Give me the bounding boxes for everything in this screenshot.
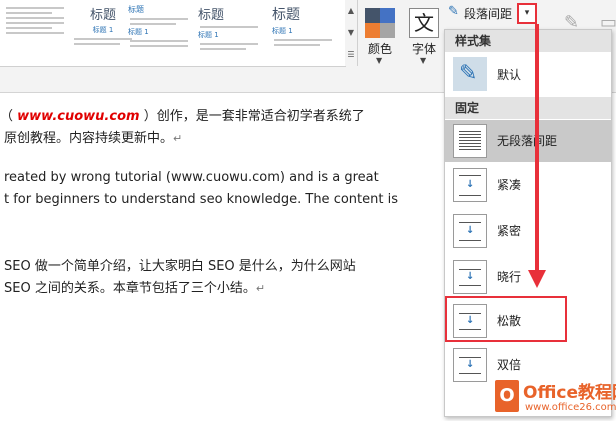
- menu-section-fixed: 固定: [445, 97, 611, 119]
- style-thumb-heading: 标题: [198, 8, 225, 23]
- paragraph-spacing-label: 段落间距: [464, 7, 513, 21]
- gallery-down-icon[interactable]: ▼: [345, 22, 357, 44]
- menu-item-label: 默认: [497, 68, 522, 82]
- doc-line-5: SEO 做一个简单介绍，让大家明白 SEO 是什么，为什么网站: [4, 259, 356, 274]
- chevron-down-icon: ▼: [420, 56, 427, 65]
- red-arrow-head-icon: [528, 270, 546, 288]
- doc-line-4: t for beginners to understand seo knowle…: [4, 192, 398, 207]
- spacing-tight-icon: ↓: [453, 214, 487, 248]
- office-logo-icon: O: [495, 380, 519, 412]
- gallery-more-icon[interactable]: ☰: [345, 44, 357, 66]
- font-icon: 文: [409, 8, 439, 38]
- paragraph-spacing-menu: 样式集 ✎ 默认 固定 无段落间距 ↓ 紧凑 ↓ 紧密 ↓ 晓行 ↓ 松散 ↓ …: [444, 29, 612, 417]
- paragraph-spacing-dropdown-icon[interactable]: ▾: [517, 3, 537, 24]
- fonts-button[interactable]: 文 字体 ▼: [404, 4, 444, 66]
- site-link: www.cuowu.com: [17, 109, 140, 124]
- menu-item-label: 无段落间距: [497, 134, 558, 148]
- paragraph-mark: ↵: [255, 282, 266, 295]
- paragraph-spacing-button[interactable]: ✎ 段落间距 ▾: [446, 3, 537, 24]
- doc-line-6: SEO 之间的关系。本章节包括了三个小结。↵: [4, 281, 266, 296]
- style-thumb-sub: 标题 1: [92, 26, 114, 34]
- watermark-brand: Office教程网: [523, 383, 616, 403]
- watermark-url: www.office26.com: [525, 402, 616, 413]
- style-thumb-sub: 标题 1: [128, 28, 149, 36]
- style-set-gallery: 标题 标题 1 标题 标题 1 标题 标题 1 标题 标题 1: [0, 0, 346, 67]
- colors-label: 颜色: [367, 42, 392, 56]
- menu-item-default[interactable]: ✎ 默认: [445, 53, 611, 97]
- style-thumb-sub: 标题 1: [272, 27, 293, 35]
- watermark: O Office教程网 www.office26.com: [495, 376, 616, 421]
- style-thumb-2[interactable]: 标题 标题 1: [72, 4, 134, 62]
- gallery-scrollbar[interactable]: ▲ ▼ ☰: [345, 0, 358, 66]
- highlight-box: [445, 296, 567, 342]
- gallery-up-icon[interactable]: ▲: [345, 0, 357, 22]
- style-thumb-1[interactable]: [4, 4, 66, 62]
- paintbrush-icon: ✎: [453, 57, 487, 91]
- document-body[interactable]: （ www.cuowu.com ）创作，是一套非常适合初学者系统了 原创教程。内…: [0, 93, 444, 421]
- menu-item-tight[interactable]: ↓ 紧密: [445, 210, 611, 252]
- style-thumb-5[interactable]: 标题 标题 1: [272, 4, 334, 62]
- spacing-open-icon: ↓: [453, 260, 487, 294]
- doc-line-3: reated by wrong tutorial (www.cuowu.com)…: [4, 170, 379, 185]
- fonts-label: 字体: [411, 42, 436, 56]
- spacing-none-icon: [453, 124, 487, 158]
- style-thumb-4[interactable]: 标题 标题 1: [198, 4, 260, 62]
- spacing-compact-icon: ↓: [453, 168, 487, 202]
- style-thumb-3[interactable]: 标题 标题 1: [128, 4, 190, 62]
- doc-line-2: 原创教程。内容持续更新中。↵: [4, 131, 183, 146]
- menu-item-label: 紧凑: [497, 178, 522, 192]
- red-arrow-icon: [535, 24, 539, 274]
- menu-section-style-set: 样式集: [445, 30, 611, 52]
- doc-line-1: （ www.cuowu.com ）创作，是一套非常适合初学者系统了: [0, 109, 365, 124]
- chevron-down-icon: ▼: [376, 56, 383, 65]
- style-thumb-heading: 标题: [272, 7, 300, 23]
- style-thumb-heading: 标题: [128, 5, 144, 14]
- menu-item-no-spacing[interactable]: 无段落间距: [445, 120, 611, 162]
- color-palette-icon: [365, 8, 395, 38]
- menu-item-compact[interactable]: ↓ 紧凑: [445, 164, 611, 206]
- menu-item-label: 紧密: [497, 224, 522, 238]
- paragraph-spacing-icon: ✎: [448, 4, 459, 19]
- style-thumb-sub: 标题 1: [198, 31, 219, 39]
- style-thumb-heading: 标题: [89, 8, 116, 23]
- spacing-double-icon: ↓: [453, 348, 487, 382]
- paragraph-mark: ↵: [173, 132, 183, 145]
- colors-button[interactable]: 颜色 ▼: [360, 4, 400, 66]
- menu-item-label: 晓行: [497, 270, 522, 284]
